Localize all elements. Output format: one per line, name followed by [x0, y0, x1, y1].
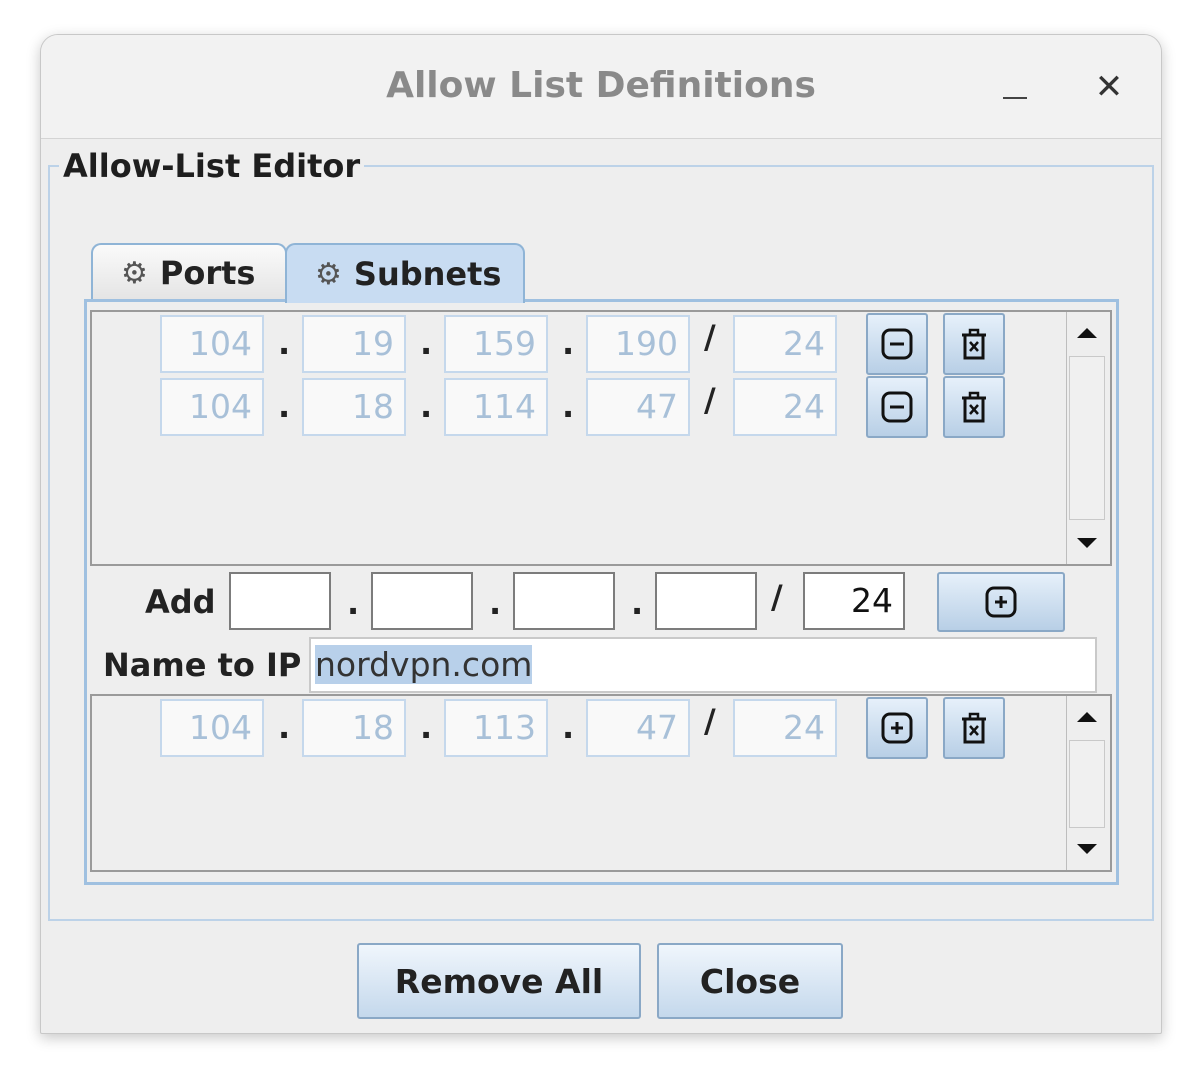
dot-separator: . [562, 708, 575, 746]
subnet-list-scrollbar[interactable] [1066, 312, 1106, 564]
disable-subnet-button[interactable] [866, 313, 928, 375]
subnet-list-pane: 104 . 19 . 159 . 190 / 24 104 . 18 . 114… [90, 310, 1112, 566]
close-button[interactable]: Close [657, 943, 843, 1019]
subnet-octet-4: 190 [586, 315, 690, 373]
slash-separator: / [704, 702, 716, 740]
add-icon [881, 712, 913, 744]
subnets-panel: 104 . 19 . 159 . 190 / 24 104 . 18 . 114… [84, 299, 1119, 885]
add-octet-3[interactable] [513, 572, 615, 630]
tab-subnets[interactable]: ⚙ Subnets [285, 243, 525, 303]
add-subnet-button[interactable] [937, 572, 1065, 632]
scroll-up-button[interactable] [1067, 700, 1107, 734]
tab-label: Ports [159, 254, 256, 292]
scroll-up-button[interactable] [1067, 316, 1107, 350]
dot-separator: . [489, 584, 502, 622]
close-window-button[interactable]: ✕ [1091, 69, 1127, 105]
resolved-octet-3: 113 [444, 699, 548, 757]
name-to-ip-label: Name to IP [103, 646, 302, 684]
gear-icon: ⚙ [121, 255, 148, 291]
dot-separator: . [420, 708, 433, 746]
dot-separator: . [278, 324, 291, 362]
subnet-octet-3: 114 [444, 378, 548, 436]
scroll-down-button[interactable] [1067, 526, 1107, 560]
minus-icon [881, 391, 913, 423]
subnet-octet-2: 19 [302, 315, 406, 373]
minimize-button[interactable] [997, 71, 1033, 107]
resolved-list-pane: 104 . 18 . 113 . 47 / 24 [90, 694, 1112, 872]
delete-resolved-button[interactable] [943, 697, 1005, 759]
dot-separator: . [278, 387, 291, 425]
resolved-octet-2: 18 [302, 699, 406, 757]
title-bar[interactable]: Allow List Definitions ✕ [41, 35, 1161, 139]
add-octet-2[interactable] [371, 572, 473, 630]
arrow-up-icon [1077, 712, 1097, 722]
arrow-down-icon [1077, 538, 1097, 548]
subnet-octet-1: 104 [160, 378, 264, 436]
dot-separator: . [562, 324, 575, 362]
subnet-octet-4: 47 [586, 378, 690, 436]
add-icon [985, 586, 1017, 618]
add-octet-4[interactable] [655, 572, 757, 630]
add-mask[interactable]: 24 [803, 572, 905, 630]
tab-ports[interactable]: ⚙ Ports [91, 243, 287, 301]
slash-separator: / [704, 318, 716, 356]
scroll-track[interactable] [1069, 740, 1105, 828]
subnet-octet-2: 18 [302, 378, 406, 436]
dot-separator: . [347, 584, 360, 622]
dot-separator: . [278, 708, 291, 746]
trash-icon [962, 712, 986, 744]
slash-separator: / [771, 578, 783, 616]
group-title: Allow-List Editor [59, 147, 365, 185]
minus-icon [881, 328, 913, 360]
resolved-octet-4: 47 [586, 699, 690, 757]
disable-subnet-button[interactable] [866, 376, 928, 438]
slash-separator: / [704, 381, 716, 419]
resolved-list-scrollbar[interactable] [1066, 696, 1106, 870]
subnet-mask: 24 [733, 315, 837, 373]
dialog-window: Allow List Definitions ✕ Allow-List Edit… [40, 34, 1162, 1034]
minimize-icon [1003, 97, 1027, 99]
delete-subnet-button[interactable] [943, 313, 1005, 375]
dot-separator: . [631, 584, 644, 622]
subnet-octet-3: 159 [444, 315, 548, 373]
resolved-mask: 24 [733, 699, 837, 757]
name-to-ip-input[interactable]: nordvpn.com [309, 637, 1097, 693]
arrow-up-icon [1077, 328, 1097, 338]
add-label: Add [145, 583, 216, 621]
add-octet-1[interactable] [229, 572, 331, 630]
dot-separator: . [562, 387, 575, 425]
scroll-down-button[interactable] [1067, 832, 1107, 866]
add-resolved-button[interactable] [866, 697, 928, 759]
subnet-octet-1: 104 [160, 315, 264, 373]
scroll-track[interactable] [1069, 356, 1105, 520]
subnet-mask: 24 [733, 378, 837, 436]
arrow-down-icon [1077, 844, 1097, 854]
dot-separator: . [420, 387, 433, 425]
window-title: Allow List Definitions [386, 65, 816, 106]
trash-icon [962, 391, 986, 423]
remove-all-button[interactable]: Remove All [357, 943, 641, 1019]
gear-icon: ⚙ [315, 256, 342, 292]
trash-icon [962, 328, 986, 360]
dot-separator: . [420, 324, 433, 362]
delete-subnet-button[interactable] [943, 376, 1005, 438]
tab-label: Subnets [353, 255, 502, 293]
name-to-ip-value: nordvpn.com [315, 645, 533, 684]
resolved-octet-1: 104 [160, 699, 264, 757]
